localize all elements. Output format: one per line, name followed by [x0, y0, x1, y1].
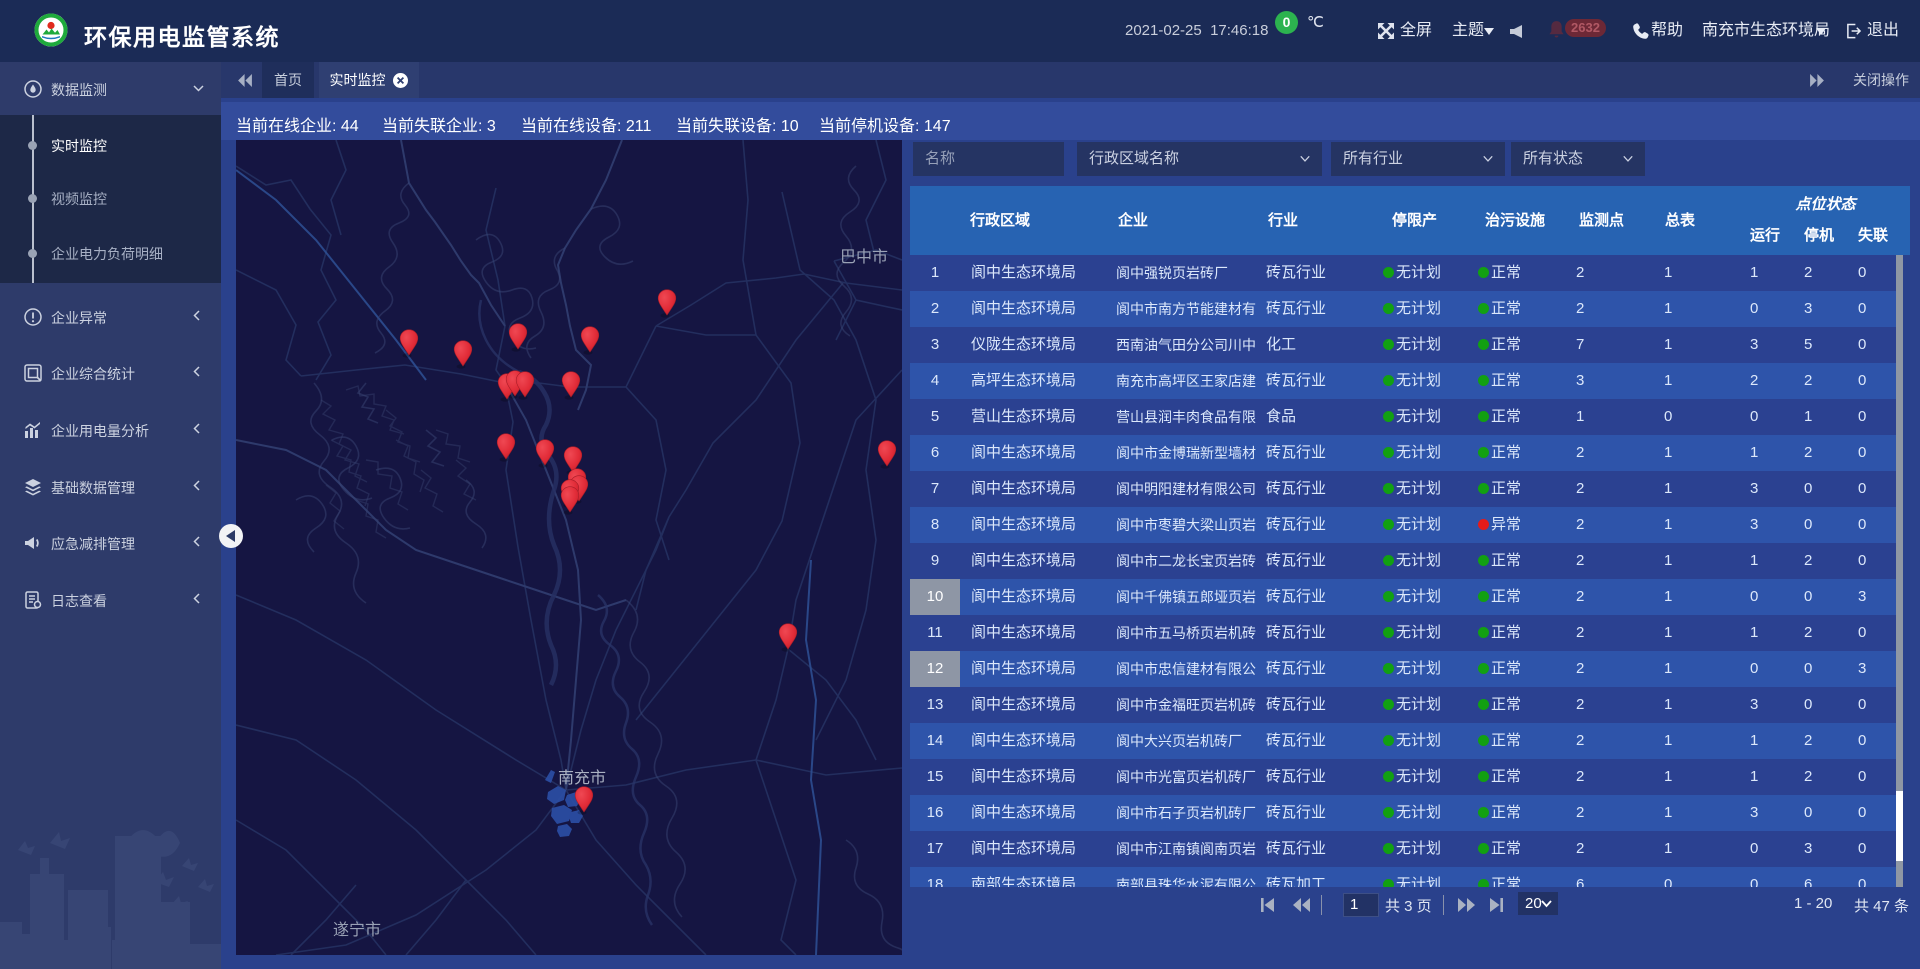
svg-text:遂宁市: 遂宁市	[333, 921, 381, 939]
svg-text:巴中市: 巴中市	[840, 248, 888, 266]
svg-text:南充市: 南充市	[558, 769, 606, 787]
